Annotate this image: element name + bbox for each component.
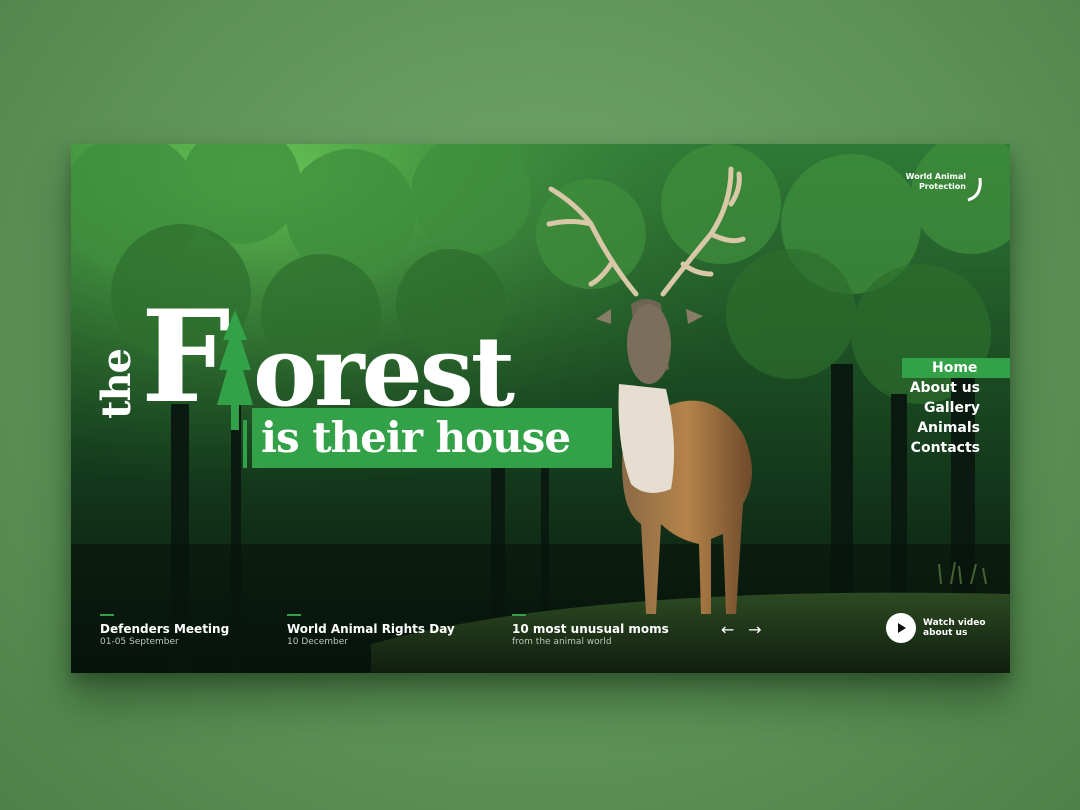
hero-tagline: is their house [261,413,571,462]
nav-item-animals[interactable]: Animals [870,418,1010,438]
nav-item-contacts[interactable]: Contacts [870,438,1010,458]
news-item[interactable]: Defenders Meeting 01-05 September [100,614,229,648]
hero-the: the [93,348,140,419]
news-item[interactable]: World Animal Rights Day 10 December [287,614,455,648]
main-nav: Home About us Gallery Animals Contacts [870,358,1010,458]
news-title: Defenders Meeting [100,622,230,636]
play-icon[interactable] [886,613,916,643]
tree-icon [217,310,253,430]
arrow-right-icon[interactable]: → [748,620,770,639]
arrow-left-icon[interactable]: ← [721,620,743,639]
logo-arc-icon [967,177,982,202]
news-title: 10 most unusual moms [512,622,669,636]
news-subtitle: from the animal world [512,637,612,647]
hero-forest-rest: orest [253,315,515,428]
news-subtitle: 01-05 September [100,637,179,647]
news-title: World Animal Rights Day [287,622,455,636]
news-subtitle: 10 December [287,637,348,647]
tagline-accent-bar [243,420,247,468]
watch-line-1: Watch video [923,618,986,628]
watch-line-2: about us [923,628,968,638]
nav-item-about-us[interactable]: About us [870,378,1010,398]
news-dash [512,614,526,616]
nav-item-gallery[interactable]: Gallery [870,398,1010,418]
brand-line-1: World Animal [905,172,966,181]
news-dash [287,614,301,616]
brand-line-2: Protection [918,182,966,191]
news-dash [100,614,114,616]
slider-arrows: ← → [721,620,770,639]
hero-frame: World Animal Protection the F orest is t… [71,144,1010,673]
nav-item-home[interactable]: Home [902,358,1010,378]
brand-logo[interactable]: World Animal Protection [905,172,982,202]
news-item[interactable]: 10 most unusual moms from the animal wor… [512,614,669,648]
watch-video-label: Watch video about us [923,618,993,638]
